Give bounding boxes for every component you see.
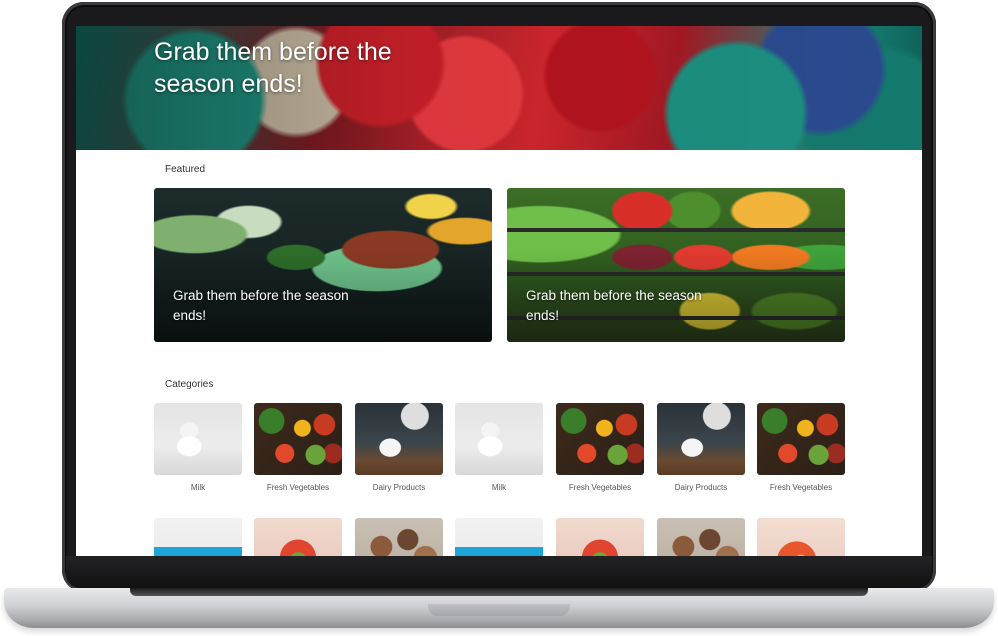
hero-banner[interactable]: Grab them before the season ends! xyxy=(76,26,922,150)
category-tile-milk[interactable] xyxy=(154,403,242,475)
category-label: Fresh Vegetables xyxy=(568,483,632,492)
laptop-bezel xyxy=(66,556,932,588)
category-tile[interactable] xyxy=(355,518,443,556)
category-label: Dairy Products xyxy=(674,483,728,492)
featured-card-vegetables[interactable]: Grab them before the season ends! xyxy=(154,188,492,342)
categories-section-label: Categories xyxy=(165,379,214,390)
category-tile-dairy-products[interactable] xyxy=(355,403,443,475)
category-label: Milk xyxy=(491,483,507,492)
featured-card-text: Grab them before the season ends! xyxy=(173,288,349,323)
category-tile-dairy-products[interactable] xyxy=(657,403,745,475)
category-label: Fresh Vegetables xyxy=(266,483,330,492)
category-label: Fresh Vegetables xyxy=(769,483,833,492)
category-tile-fresh-vegetables[interactable] xyxy=(757,403,845,475)
category-tile-fresh-vegetables[interactable] xyxy=(556,403,644,475)
featured-card-produce-shelf[interactable]: Grab them before the season ends! xyxy=(507,188,845,342)
featured-section-label: Featured xyxy=(165,164,206,175)
category-tile[interactable] xyxy=(657,518,745,556)
laptop-notch xyxy=(428,604,570,616)
category-tile[interactable] xyxy=(757,518,845,556)
laptop-screen: Grab them before the season ends! Featur… xyxy=(76,26,922,556)
category-label: Dairy Products xyxy=(372,483,426,492)
hero-title: Grab them before the season ends! xyxy=(154,38,392,98)
category-label: Milk xyxy=(190,483,206,492)
category-tile[interactable] xyxy=(556,518,644,556)
category-tile[interactable] xyxy=(154,518,242,556)
category-tile[interactable] xyxy=(254,518,342,556)
featured-card-text: Grab them before the season ends! xyxy=(526,288,702,323)
laptop-hinge xyxy=(130,588,868,596)
category-tile-fresh-vegetables[interactable] xyxy=(254,403,342,475)
category-tile-milk[interactable] xyxy=(455,403,543,475)
category-tile[interactable] xyxy=(455,518,543,556)
